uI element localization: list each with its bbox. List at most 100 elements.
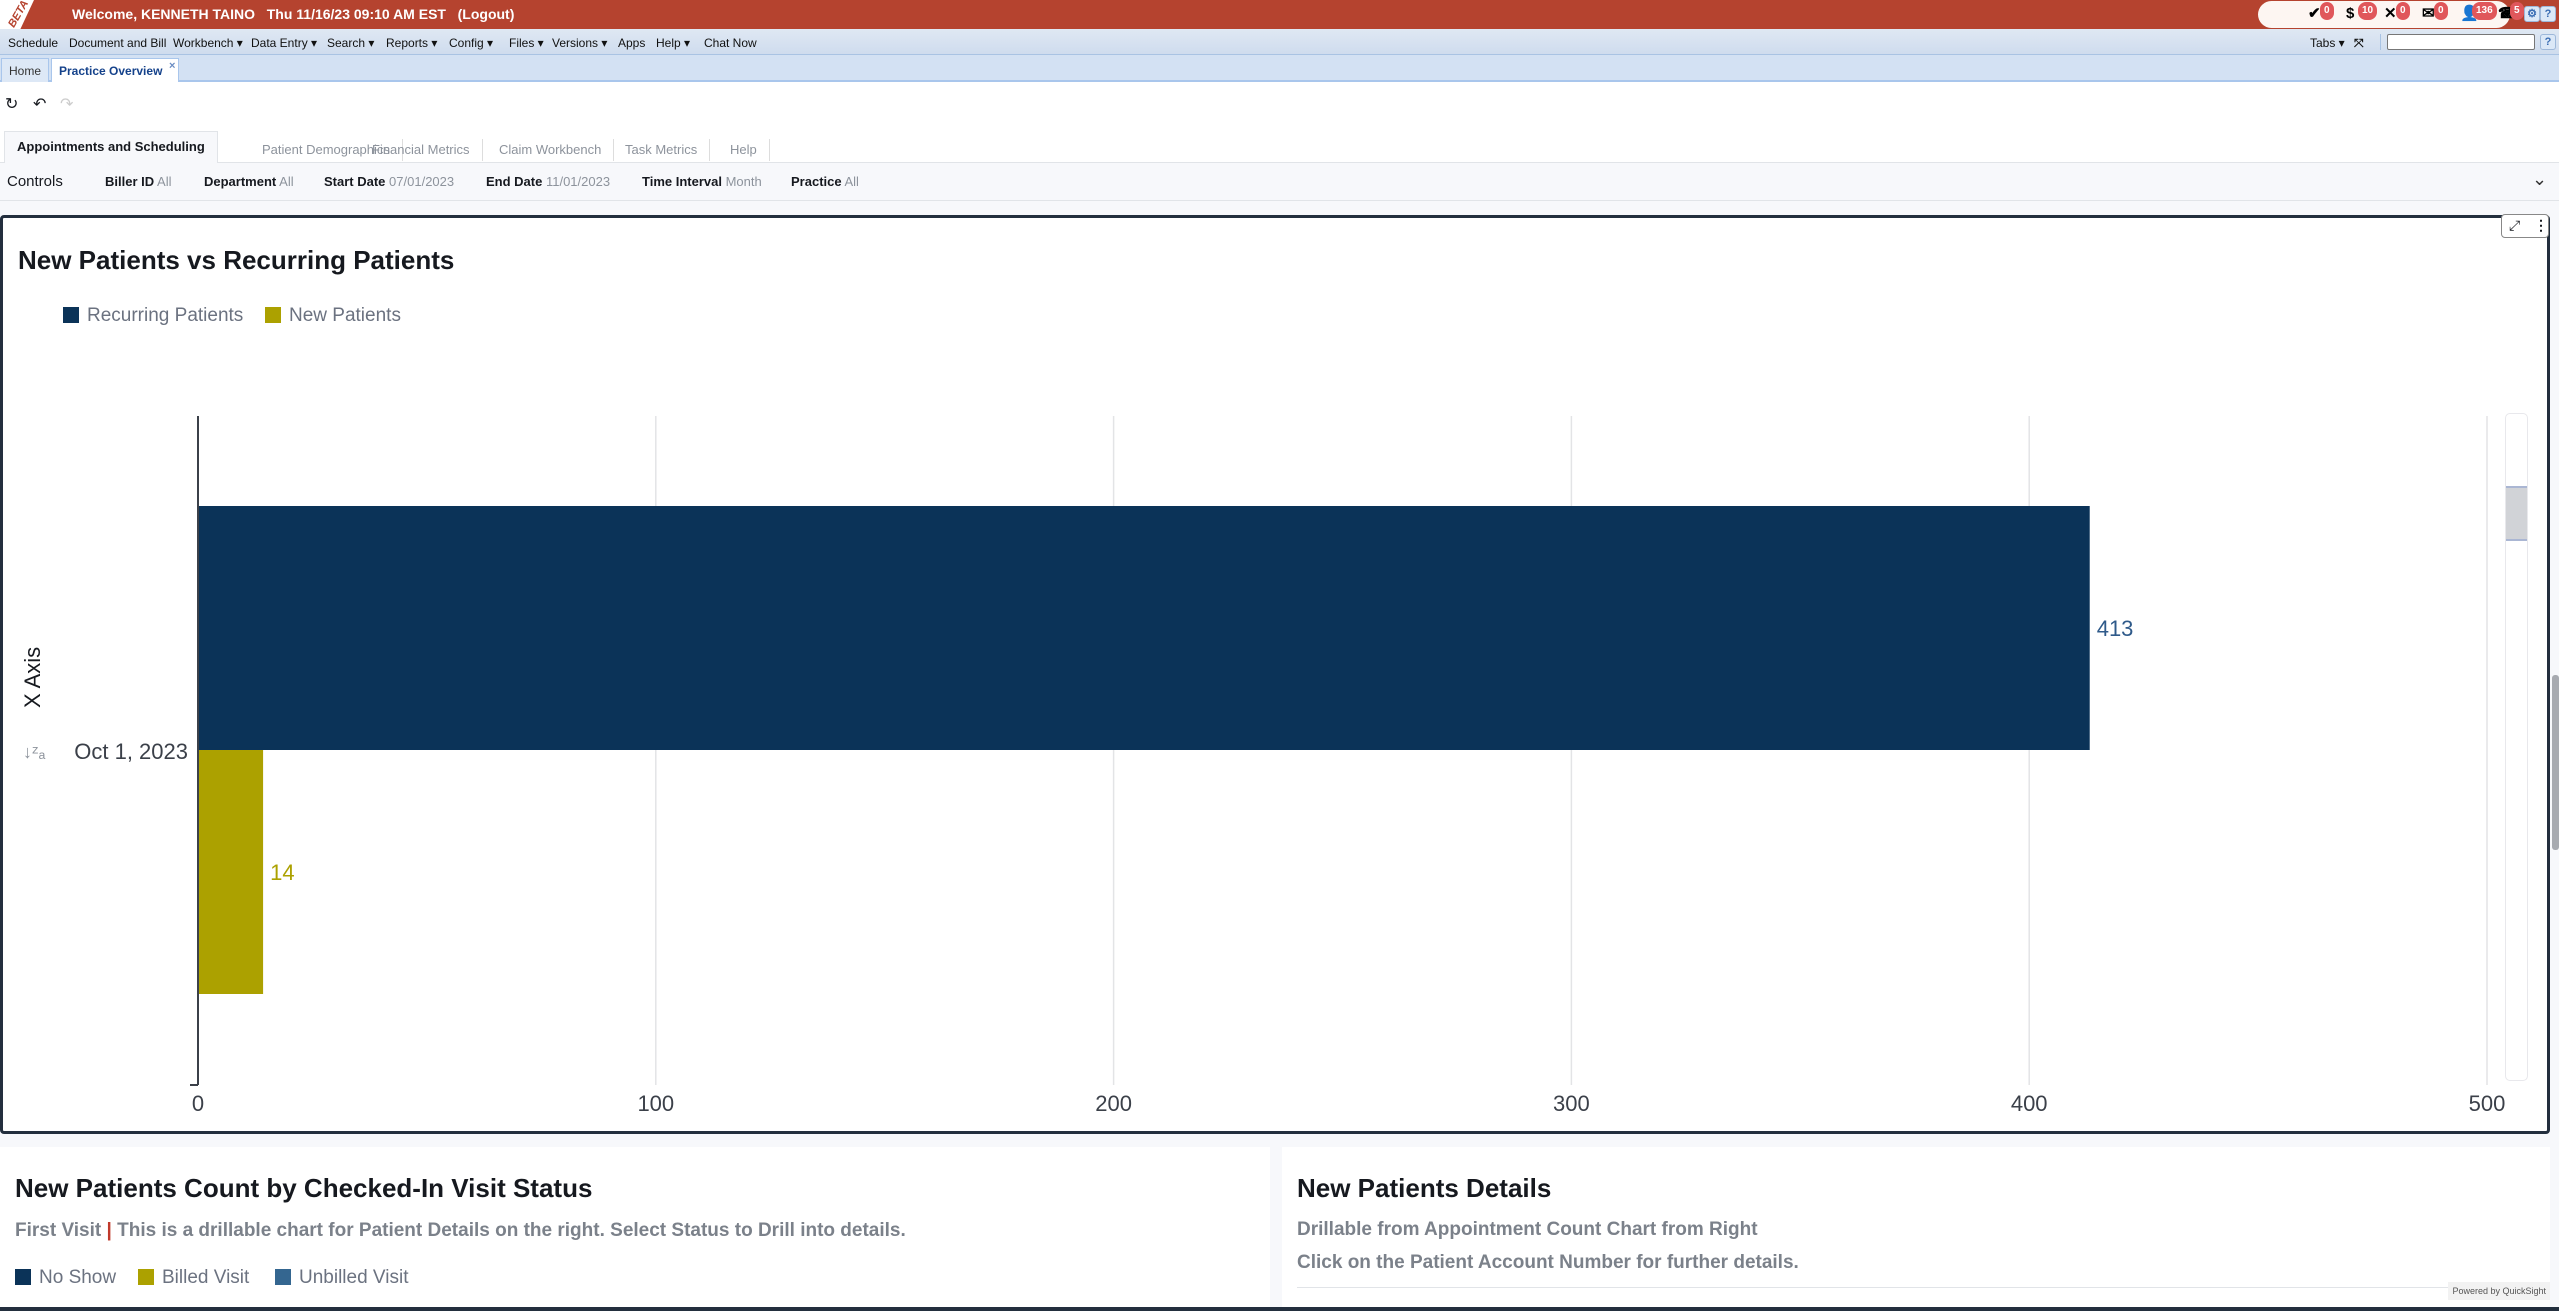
filter-control[interactable]: Biller ID All [105, 174, 171, 189]
reset-icon[interactable]: ↻ [5, 94, 18, 114]
sheet-tab[interactable]: Appointments and Scheduling [4, 131, 218, 163]
count-badge: 0 [2320, 2, 2334, 20]
tools-notification[interactable]: ✕ 0 [2384, 2, 2410, 22]
filter-name: Time Interval [642, 174, 722, 189]
notification-tray: ✔ 0 $10 ✕ 0 ✉ 0 👤 136 ☎ 5 [2258, 1, 2524, 28]
menu-item[interactable]: Document and Bill [69, 36, 166, 50]
filter-name: Department [204, 174, 277, 189]
legend-item[interactable]: Billed Visit [138, 1267, 249, 1289]
tab-label: Home [9, 64, 42, 78]
legend-item[interactable]: No Show [15, 1267, 116, 1289]
redo-icon[interactable]: ↷ [60, 94, 73, 114]
filter-control[interactable]: Department All [204, 174, 294, 189]
filter-name: Practice [791, 174, 842, 189]
welcome-area: Welcome, KENNETH TAINO Thu 11/16/23 09:1… [72, 6, 514, 22]
menu-item[interactable]: Schedule [8, 36, 58, 50]
no-dollar-notification[interactable]: $10 [2346, 2, 2378, 22]
menu-item[interactable]: Chat Now [704, 36, 757, 50]
filter-control[interactable]: Start Date 07/01/2023 [324, 174, 454, 189]
count-badge: 5 [2510, 2, 2524, 20]
subtitle-separator: | [101, 1220, 118, 1241]
divider [2380, 34, 2381, 50]
tabs-menu[interactable]: Tabs ▾ [2310, 36, 2345, 50]
tab-home[interactable]: Home [1, 58, 50, 82]
filter-value: 07/01/2023 [389, 174, 455, 189]
bar-recurring-patients[interactable] [199, 506, 2090, 750]
sheet-tab[interactable]: Task Metrics [613, 139, 711, 161]
menu-item[interactable]: Versions ▾ [552, 36, 607, 50]
x-tick-label: 300 [1553, 1091, 1590, 1116]
chart-panel-new-vs-recurring: ⤢ ⋮ New Patients vs Recurring Patients R… [0, 214, 2550, 1134]
help-icon: ? [2544, 36, 2552, 48]
tab-practice-overview[interactable]: Practice Overview × [51, 58, 180, 82]
count-badge: 136 [2472, 2, 2497, 20]
help-icon: ? [2544, 8, 2552, 20]
menu-item[interactable]: Workbench ▾ [173, 36, 243, 50]
panel-title: New Patients Count by Checked-In Visit S… [15, 1173, 593, 1203]
data-label: 413 [2097, 616, 2134, 641]
menu-item[interactable]: Search ▾ [327, 36, 374, 50]
details-table-header [1297, 1287, 2547, 1307]
count-badge: 0 [2434, 2, 2448, 20]
page-scrollbar[interactable] [2552, 675, 2559, 850]
filter-control[interactable]: Time Interval Month [642, 174, 762, 189]
filter-name: Biller ID [105, 174, 155, 189]
chevron-down-icon[interactable]: ⌄ [2532, 169, 2547, 190]
panel-title: New Patients Details [1297, 1173, 1552, 1203]
menu-item[interactable]: Files ▾ [509, 36, 544, 50]
contact-notification[interactable]: 👤 136 [2460, 2, 2497, 22]
gear-icon: ⚙ [2527, 8, 2537, 20]
settings-button[interactable]: ⚙ [2524, 6, 2540, 22]
panel-new-patients-by-status: New Patients Count by Checked-In Visit S… [0, 1147, 1270, 1307]
sort-icon[interactable]: ↓ᶻₐ [23, 742, 45, 762]
legend-item[interactable]: Unbilled Visit [275, 1267, 408, 1289]
menu-item[interactable]: Data Entry ▾ [251, 36, 317, 50]
x-tick-label: 100 [637, 1091, 674, 1116]
controls-label: Controls [7, 173, 63, 190]
powered-by-text: Powered by QuickSight [2452, 1286, 2546, 1296]
beta-label: BETA [6, 0, 32, 30]
panel-subtitle: First Visit | This is a drillable chart … [15, 1220, 906, 1242]
filter-value: All [279, 174, 294, 189]
category-label: Oct 1, 2023 [74, 739, 188, 764]
sheet-tab[interactable]: Financial Metrics [360, 139, 483, 161]
filter-name: Start Date [324, 174, 386, 189]
toolbar: ↻ ↶ ↷ [0, 82, 2559, 127]
menu-item[interactable]: Apps [618, 36, 645, 50]
quicksight-badge: Powered by QuickSight [2448, 1282, 2550, 1300]
beta-ribbon: BETA [0, 0, 34, 29]
sheet-tabs: Appointments and Scheduling Patient Demog… [0, 127, 2559, 163]
menu-item[interactable]: Config ▾ [449, 36, 493, 50]
subtitle-part: This is a drillable chart for Patient De… [117, 1220, 906, 1241]
fullscreen-icon[interactable]: ⤧ [2354, 36, 2364, 51]
filter-value: 11/01/2023 [545, 174, 611, 189]
panel-line-2: Click on the Patient Account Number for … [1297, 1252, 1799, 1273]
range-slider-track[interactable] [2505, 413, 2528, 1081]
panel-line-1: Drillable from Appointment Count Chart f… [1297, 1219, 1758, 1240]
controls-bar: Controls Biller ID All Department All Star… [0, 163, 2559, 201]
filter-value: All [844, 174, 859, 189]
range-slider-handle[interactable] [2506, 486, 2527, 541]
check-circle-notification[interactable]: ✔ 0 [2308, 2, 2334, 22]
filter-control[interactable]: End Date 11/01/2023 [486, 174, 610, 189]
filter-value: All [157, 174, 172, 189]
help-button[interactable]: ? [2540, 6, 2556, 22]
welcome-text: Welcome, KENNETH TAINO [72, 6, 256, 22]
menu-item[interactable]: Help ▾ [656, 36, 690, 50]
close-tab-icon[interactable]: × [169, 60, 175, 72]
sheet-tab[interactable]: Claim Workbench [487, 139, 615, 161]
sheet-tab[interactable]: Help [718, 139, 770, 161]
datetime: Thu 11/16/23 09:10 AM EST [266, 6, 446, 22]
y-axis-title: X Axis [20, 647, 45, 708]
filter-control[interactable]: Practice All [791, 174, 859, 189]
count-badge: 0 [2396, 2, 2410, 20]
undo-icon[interactable]: ↶ [33, 94, 46, 114]
x-tick-label: 200 [1095, 1091, 1132, 1116]
logout-link[interactable]: (Logout) [458, 6, 515, 22]
fax-notification[interactable]: ☎ 5 [2498, 2, 2524, 22]
search-help-button[interactable]: ? [2540, 34, 2556, 50]
mail-notification[interactable]: ✉ 0 [2422, 2, 2448, 22]
menu-item[interactable]: Reports ▾ [386, 36, 437, 50]
global-search-input[interactable] [2387, 34, 2535, 50]
bar-new-patients[interactable] [199, 750, 264, 994]
